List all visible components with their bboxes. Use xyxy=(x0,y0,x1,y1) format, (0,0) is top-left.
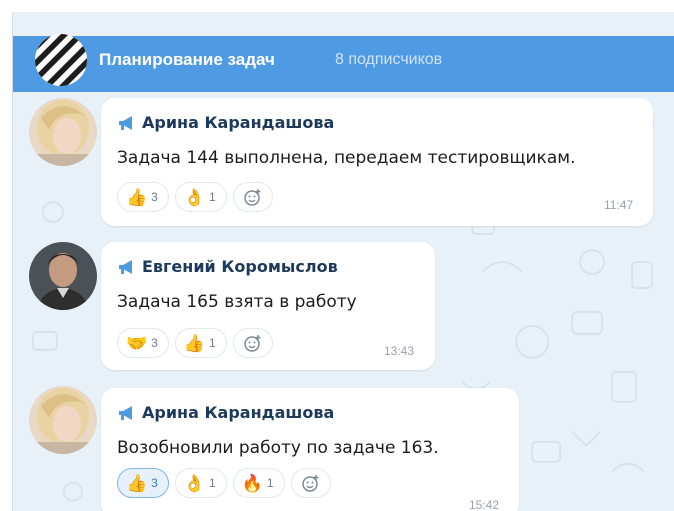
avatar-photo-blonde-woman xyxy=(29,98,97,166)
fire-icon: 🔥 xyxy=(241,473,263,493)
reaction-thumbs-up[interactable]: 👍 1 xyxy=(174,328,227,358)
message-text: Возобновили работу по задаче 163. xyxy=(117,438,439,458)
add-reaction-button[interactable] xyxy=(290,468,331,498)
message-bubble[interactable]: Арина Карандашова Возобновили работу по … xyxy=(101,388,519,511)
reaction-count: 1 xyxy=(209,190,216,204)
reaction-handshake[interactable]: 🤝 3 xyxy=(117,328,169,358)
add-reaction-button[interactable] xyxy=(232,328,273,358)
avatar-arina[interactable] xyxy=(29,98,97,166)
megaphone-icon xyxy=(119,259,132,274)
handshake-icon: 🤝 xyxy=(126,333,148,353)
message-text: Задача 165 взята в работу xyxy=(117,292,357,312)
reaction-ok-hand[interactable]: 👌 1 xyxy=(174,182,227,212)
message-bubble[interactable]: Арина Карандашова Задача 144 выполнена, … xyxy=(101,98,653,226)
channel-avatar[interactable] xyxy=(35,34,87,86)
message-bubble[interactable]: Евгений Коромыслов Задача 165 взята в ра… xyxy=(101,242,435,370)
avatar-arina[interactable] xyxy=(29,386,97,454)
reaction-count: 1 xyxy=(209,476,216,490)
reaction-count: 3 xyxy=(151,190,158,204)
smile-plus-icon xyxy=(301,475,319,492)
channel-title[interactable]: Планирование задач xyxy=(99,50,275,70)
reaction-thumbs-up[interactable]: 👍 3 xyxy=(117,468,169,498)
thumbs-up-icon: 👍 xyxy=(183,333,206,353)
smile-plus-icon xyxy=(243,189,261,206)
ok-hand-icon: 👌 xyxy=(183,187,206,207)
message-text: Задача 144 выполнена, передаем тестировщ… xyxy=(117,148,576,168)
subscriber-count: 8 подписчиков xyxy=(335,51,443,68)
reaction-count: 3 xyxy=(151,336,158,350)
thumbs-up-icon: 👍 xyxy=(126,473,148,493)
reaction-fire[interactable]: 🔥 1 xyxy=(232,468,285,498)
avatar-photo-blonde-woman xyxy=(29,386,97,454)
thumbs-up-icon: 👍 xyxy=(126,187,148,207)
megaphone-icon xyxy=(119,405,132,420)
message-time: 13:43 xyxy=(384,344,415,358)
ok-hand-icon: 👌 xyxy=(183,473,206,493)
reaction-count: 1 xyxy=(266,476,274,490)
add-reaction-button[interactable] xyxy=(232,182,273,212)
message-time: 15:42 xyxy=(469,498,500,511)
avatar-photo-man xyxy=(29,242,97,310)
smile-plus-icon xyxy=(243,335,261,352)
reaction-ok-hand[interactable]: 👌 1 xyxy=(174,468,227,498)
message-author[interactable]: Арина Карандашова xyxy=(142,113,334,132)
message-author[interactable]: Арина Карандашова xyxy=(142,403,334,422)
reaction-thumbs-up[interactable]: 👍 3 xyxy=(117,182,169,212)
striped-logo-icon xyxy=(35,34,87,86)
megaphone-icon xyxy=(119,115,132,130)
avatar-evgeniy[interactable] xyxy=(29,242,97,310)
chat-window: Планирование задач 8 подписчиков Арина К… xyxy=(12,12,674,511)
channel-header[interactable]: Планирование задач 8 подписчиков xyxy=(13,34,674,92)
message-time: 11:47 xyxy=(604,198,634,212)
message-author[interactable]: Евгений Коромыслов xyxy=(142,257,338,276)
reaction-count: 3 xyxy=(151,476,158,490)
reaction-count: 1 xyxy=(209,336,216,350)
